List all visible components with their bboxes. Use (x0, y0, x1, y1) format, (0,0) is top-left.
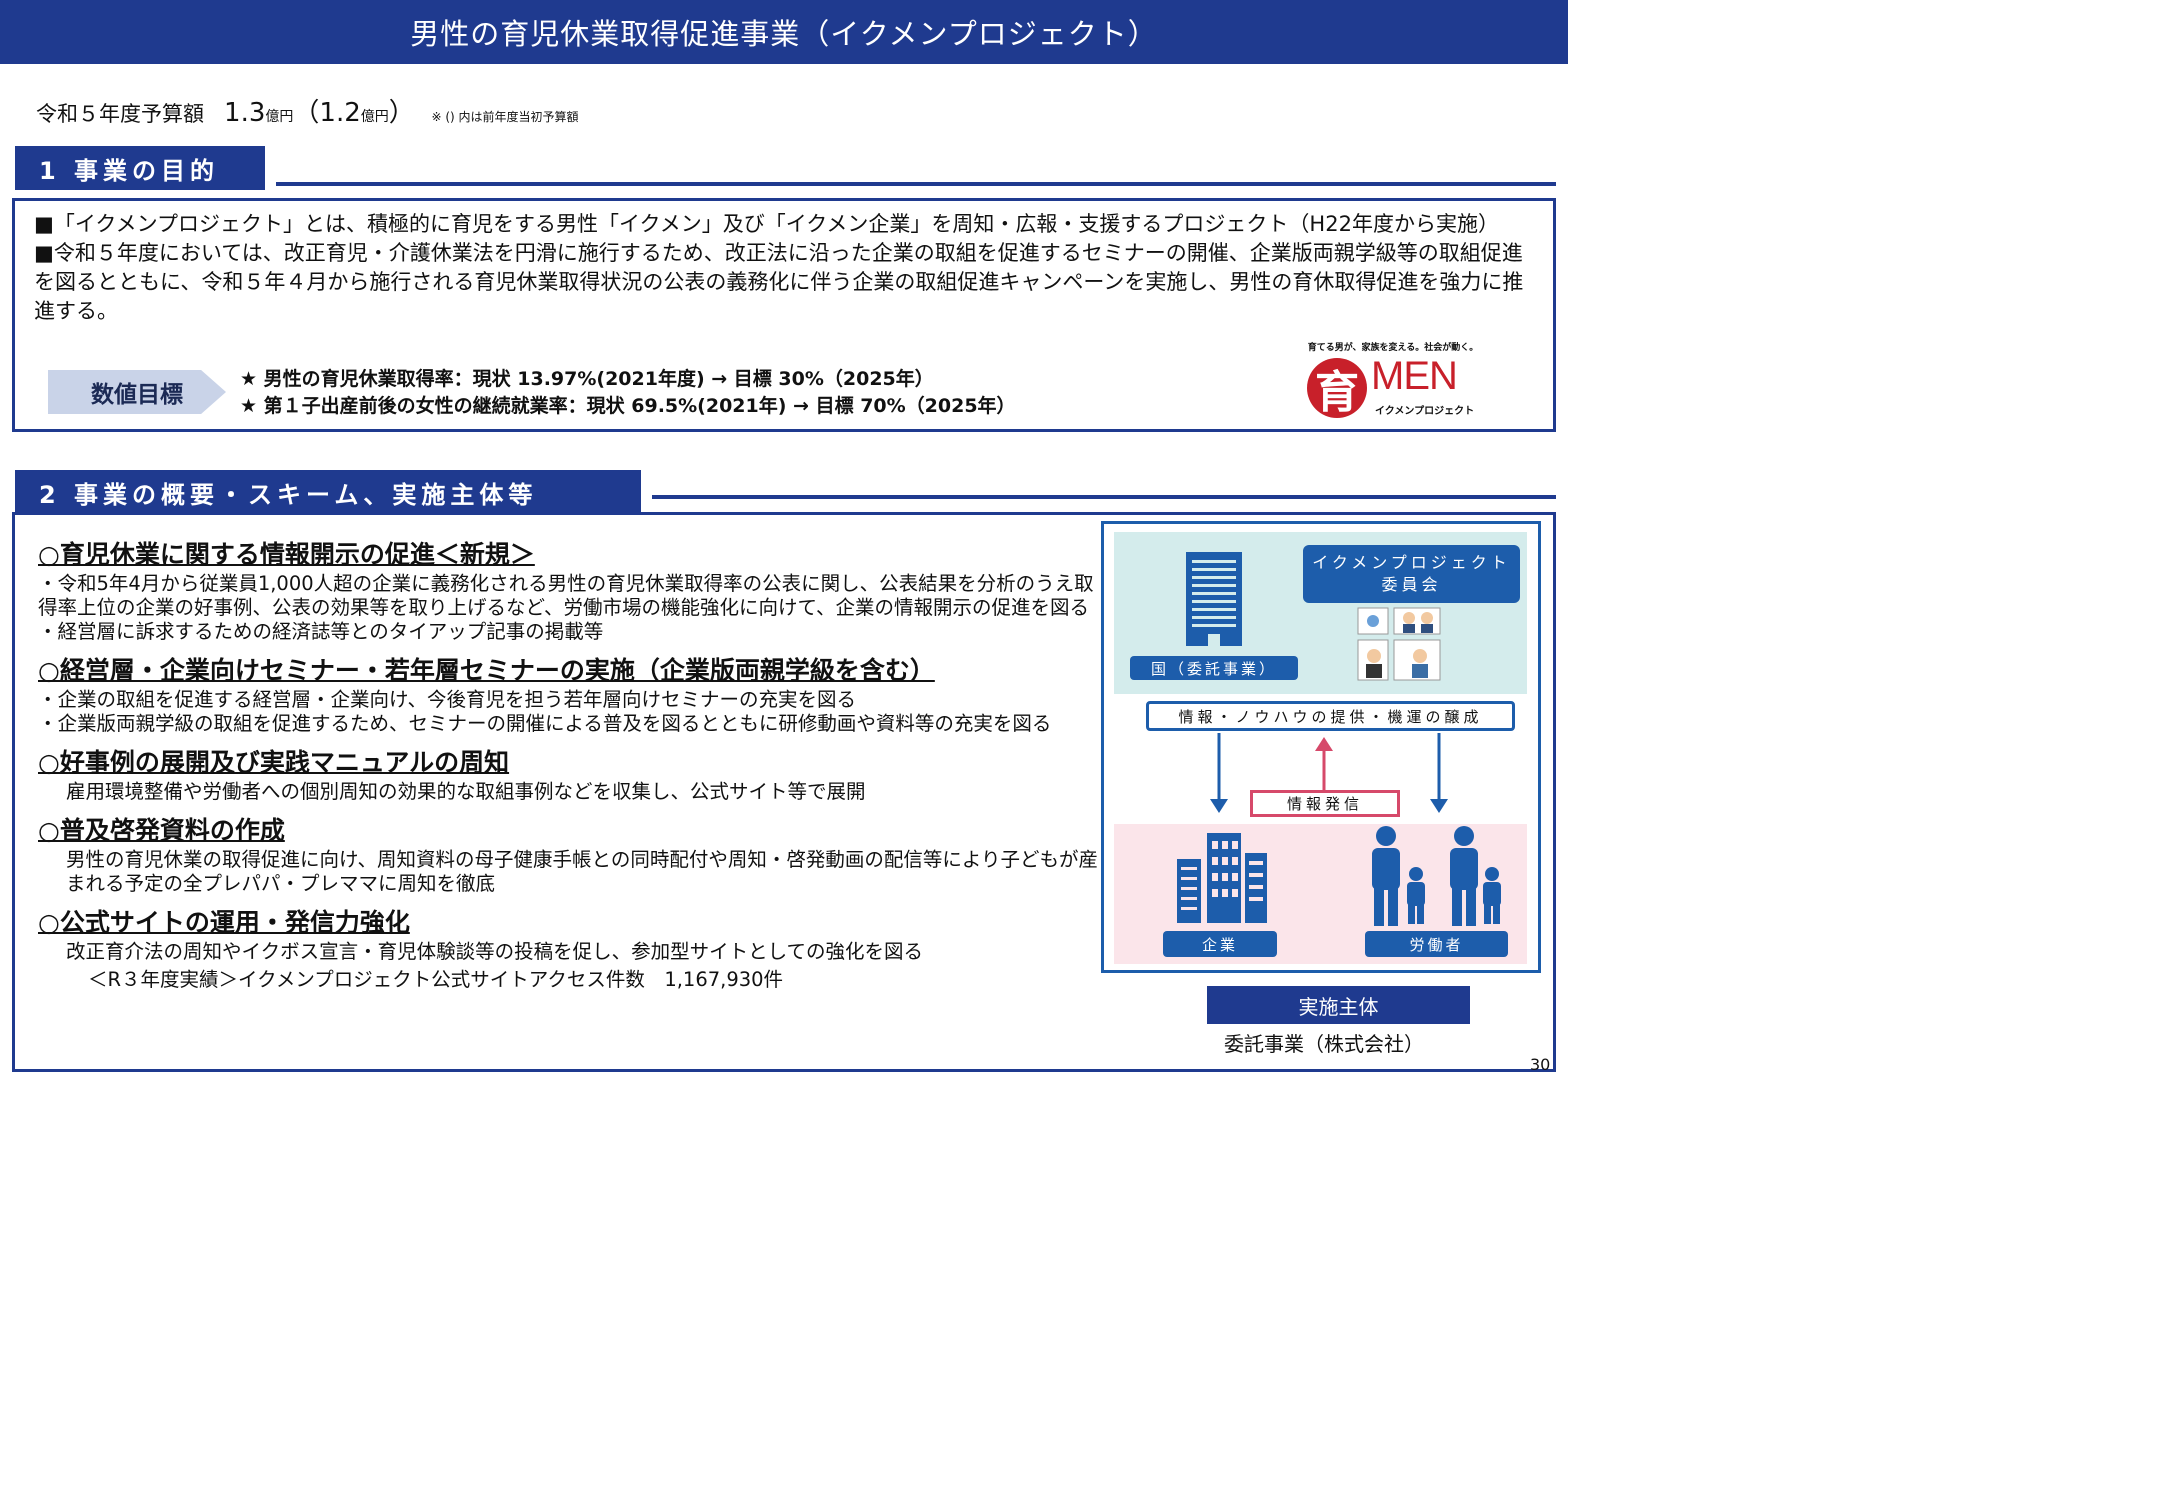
budget-amount: 1.3 (224, 98, 266, 128)
logo-tagline: 育てる男が、家族を変える。社会が動く。 (1307, 343, 1479, 353)
entity-value: 委託事業（株式会社） (1224, 1032, 1424, 1056)
budget-prev-amount: 1.2 (319, 98, 361, 128)
section1-rule (276, 182, 1556, 186)
section2-rule (652, 495, 1556, 499)
worker-label: 労働者 (1365, 931, 1508, 957)
office-building-icon (1186, 552, 1242, 646)
ikumen-logo: 育てる男が、家族を変える。社会が動く。 育 MEN イクメンプロジェクト (1303, 340, 1483, 422)
overview-heading: ○育児休業に関する情報開示の促進＜新規＞ (38, 540, 535, 569)
committee-suffix: 委員会 (1381, 575, 1442, 594)
overview-item: ○好事例の展開及び実践マニュアルの周知 雇用環境整備や労働者への個別周知の効果的… (38, 746, 1102, 804)
overview-heading: ○普及啓発資料の作成 (38, 816, 285, 845)
budget-prev-open: （ (293, 98, 320, 128)
section1-heading: 1 事業の目的 (15, 146, 265, 190)
company-label: 企業 (1163, 931, 1277, 957)
overview-line: ・企業版両親学級の取組を促進するため、セミナーの開催による普及を図るとともに研修… (38, 712, 1052, 735)
overview-item: ○経営層・企業向けセミナー・若年層セミナーの実施（企業版両親学級を含む） ・企業… (38, 654, 1102, 736)
overview-line: 男性の育児休業の取得促進に向け、周知資料の母子健康手帳との同時配付や周知・啓発動… (66, 848, 1098, 895)
budget-note: ※ () 内は前年度当初予算額 (431, 110, 579, 124)
budget-unit: 億円 (265, 109, 294, 125)
budget-prefix: 令和５年度予算額 (36, 102, 204, 126)
overview-item: ○公式サイトの運用・発信力強化 改正育介法の周知やイクボス宣言・育児体験談等の投… (38, 906, 1102, 964)
committee-box: イクメンプロジェクト 委員会 (1303, 545, 1520, 603)
page-title: 男性の育児休業取得促進事業（イクメンプロジェクト） (0, 0, 1568, 64)
overview-heading: ○公式サイトの運用・発信力強化 (38, 908, 410, 937)
info-send-label: 情報発信 (1250, 790, 1400, 817)
committee-name: イクメンプロジェクト (1312, 553, 1511, 572)
budget-prev-unit: 億円 (360, 109, 389, 125)
overview-heading: ○好事例の展開及び実践マニュアルの周知 (38, 748, 510, 777)
parent-child-icon (1366, 826, 1508, 926)
target-list: ★ 男性の育児休業取得率：現状 13.97%(2021年度) → 目標 30%（… (240, 366, 1016, 420)
overview-list: ○育児休業に関する情報開示の促進＜新規＞ ・令和5年4月から従業員1,000人超… (38, 538, 1102, 992)
purpose-paragraph-2: ■令和５年度においては、改正育児・介護休業法を円滑に施行するため、改正法に沿った… (34, 241, 1524, 323)
entity-heading: 実施主体 (1207, 986, 1470, 1024)
target-line-2: ★ 第１子出産前後の女性の継続就業率：現状 69.5%(2021年) → 目標 … (240, 395, 1016, 417)
overview-line: ・企業の取組を促進する経営層・企業向け、今後育児を担う若年層向けセミナーの充実を… (38, 688, 857, 711)
target-label: 数値目標 (48, 370, 226, 414)
overview-item: ○普及啓発資料の作成 男性の育児休業の取得促進に向け、周知資料の母子健康手帳との… (38, 814, 1102, 896)
company-buildings-icon (1177, 833, 1267, 923)
section2-heading: 2 事業の概要・スキーム、実施主体等 (15, 470, 641, 514)
logo-kanji: 育 (1307, 358, 1367, 418)
budget-line: 令和５年度予算額 1.3億円（1.2億円） ※ () 内は前年度当初予算額 (36, 92, 579, 129)
logo-sub: イクメンプロジェクト (1375, 406, 1475, 417)
purpose-text: ■「イクメンプロジェクト」とは、積極的に育児をする男性「イクメン」及び「イクメン… (34, 210, 1524, 326)
meeting-illustration-icon (1354, 606, 1444, 686)
overview-line: ・令和5年4月から従業員1,000人超の企業に義務化される男性の育児休業取得率の… (38, 572, 1094, 619)
overview-line: ・経営層に訴求するための経済誌等とのタイアップ記事の掲載等 (38, 620, 604, 643)
site-access-result: ＜R３年度実績＞イクメンプロジェクト公式サイトアクセス件数 1,167,930件 (88, 968, 784, 991)
page-number: 30 (1530, 1055, 1551, 1074)
purpose-paragraph-1: ■「イクメンプロジェクト」とは、積極的に育児をする男性「イクメン」及び「イクメン… (34, 212, 1499, 236)
overview-line: 改正育介法の周知やイクボス宣言・育児体験談等の投稿を促し、参加型サイトとしての強… (66, 940, 924, 963)
overview-heading: ○経営層・企業向けセミナー・若年層セミナーの実施（企業版両親学級を含む） (38, 656, 935, 685)
target-line-1: ★ 男性の育児休業取得率：現状 13.97%(2021年度) → 目標 30%（… (240, 368, 934, 390)
overview-item: ○育児休業に関する情報開示の促進＜新規＞ ・令和5年4月から従業員1,000人超… (38, 538, 1102, 644)
overview-line: 雇用環境整備や労働者への個別周知の効果的な取組事例などを収集し、公式サイト等で展… (66, 780, 866, 803)
info-provision-bar: 情報・ノウハウの提供・機運の醸成 (1146, 701, 1515, 731)
logo-word: MEN (1371, 354, 1458, 398)
government-label: 国（委託事業） (1130, 656, 1298, 680)
budget-prev-close: ） (388, 98, 415, 128)
